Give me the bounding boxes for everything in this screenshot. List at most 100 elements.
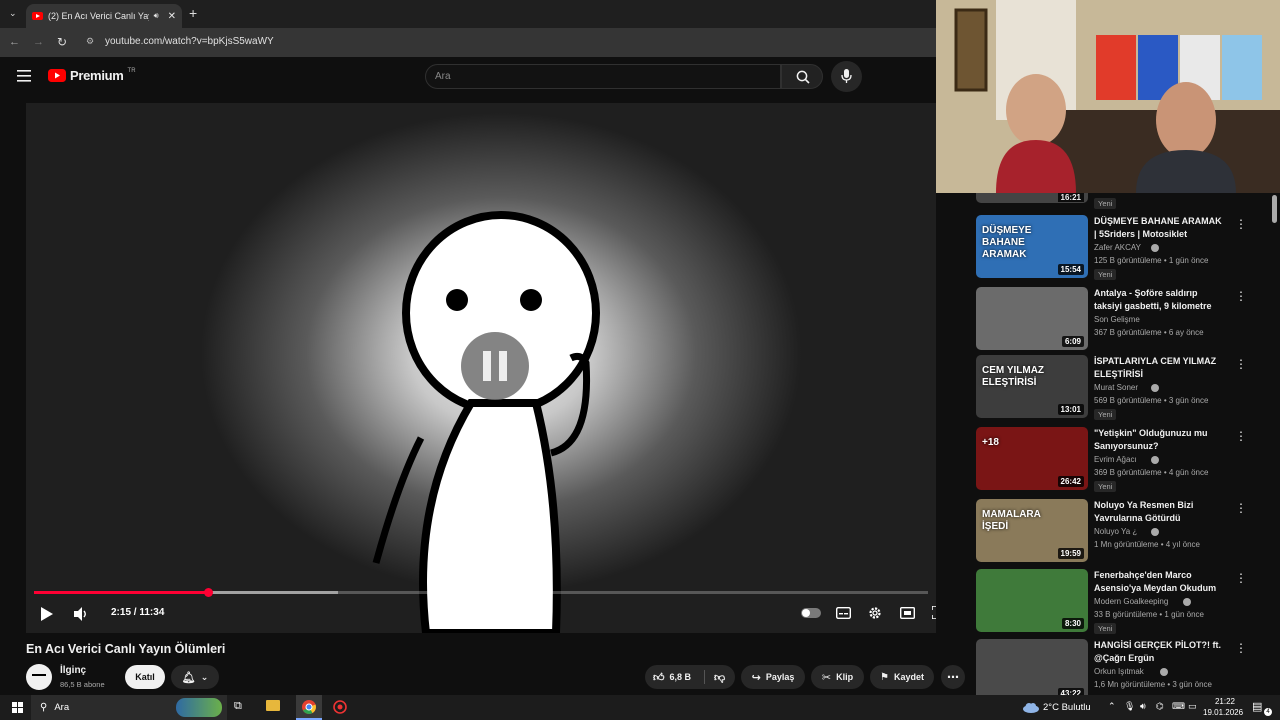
tab-title: (2) En Acı Verici Canlı Yayın <box>48 11 149 21</box>
view-stats: 125 B görüntüleme • 1 gün önce <box>1094 256 1209 265</box>
recommended-video[interactable]: 6:09 Antalya - Şoföre saldırıp taksiyi g… <box>976 287 1276 351</box>
chrome-taskbar-button[interactable] <box>296 695 322 720</box>
save-button[interactable]: ⚑︎ Kaydet <box>870 665 934 689</box>
partial-thumbnail[interactable]: 16:21 <box>976 193 1088 203</box>
video-thumbnail[interactable]: MAMALARA İŞEDİ 19:59 <box>976 499 1088 562</box>
recommended-video-title[interactable]: "Yetişkin" Olduğunuzu mu Sanıyorsunuz? <box>1094 427 1224 453</box>
pause-overlay-icon[interactable] <box>461 332 529 400</box>
recommended-video-title[interactable]: Noluyo Ya Resmen Bizi Yavrularına Götürd… <box>1094 499 1224 525</box>
task-view-icon[interactable]: ⧉ <box>234 700 242 713</box>
video-thumbnail[interactable]: 6:09 <box>976 287 1088 350</box>
scrollbar-thumb[interactable] <box>1272 195 1277 223</box>
forward-icon[interactable]: → <box>33 36 44 48</box>
more-actions-button[interactable]: ⋯ <box>941 665 965 689</box>
more-options-icon[interactable]: ⋮ <box>1235 357 1247 371</box>
recommended-channel-name[interactable]: Orkun Işıtmak <box>1094 667 1144 676</box>
view-stats: 1 Mn görüntüleme • 4 yıl önce <box>1094 540 1200 549</box>
like-count[interactable]: 6,8 B <box>670 672 692 682</box>
video-duration: 26:42 <box>1057 476 1084 487</box>
recommended-video-title[interactable]: Antalya - Şoföre saldırıp taksiyi gasbet… <box>1094 287 1224 313</box>
recommended-channel-name[interactable]: Son Gelişme <box>1094 315 1140 324</box>
recommended-video-title[interactable]: HANGİSİ GERÇEK PİLOT?! ft. @Çağrı Ergün <box>1094 639 1224 665</box>
channel-name[interactable]: İlginç <box>60 665 86 676</box>
browser-toolbar: ← → ↻ ⚙︎ youtube.com/watch?v=bpKjsS5waWY <box>0 28 936 57</box>
clip-button[interactable]: ✂︎ Klip <box>811 665 864 689</box>
microphone-tray-icon[interactable]: 🎙︎ <box>1124 701 1135 712</box>
fullscreen-icon[interactable] <box>932 606 936 619</box>
recommended-video[interactable]: 8:30 Fenerbahçe'den Marco Asensio'ya Mey… <box>976 569 1276 634</box>
more-options-icon[interactable]: ⋮ <box>1235 571 1247 585</box>
like-icon[interactable]: 👍︎ <box>653 671 665 684</box>
weather-text[interactable]: 2°C Bulutlu <box>1043 702 1091 713</box>
more-options-icon[interactable]: ⋮ <box>1235 429 1247 443</box>
video-player[interactable]: 2:15 / 11:34 <box>26 103 936 633</box>
video-thumbnail[interactable]: 43:22 <box>976 639 1088 702</box>
recommended-channel-name[interactable]: Noluyo Ya ¿ <box>1094 527 1137 536</box>
recommended-video-title[interactable]: Fenerbahçe'den Marco Asensio'ya Meydan O… <box>1094 569 1224 595</box>
video-thumbnail[interactable]: CEM YILMAZ ELEŞTİRİSİ 13:01 <box>976 355 1088 418</box>
volume-icon[interactable] <box>74 607 88 621</box>
autoplay-toggle[interactable] <box>801 608 821 618</box>
battery-tray-icon[interactable]: ▭ <box>1188 701 1197 712</box>
more-options-icon[interactable]: ⋮ <box>1235 501 1247 515</box>
dislike-icon[interactable]: 👎︎ <box>714 671 725 684</box>
file-explorer-icon[interactable] <box>266 700 280 711</box>
voice-search-button[interactable] <box>831 61 862 92</box>
youtube-logo[interactable]: Premium TR <box>48 68 136 83</box>
recommended-video[interactable]: MAMALARA İŞEDİ 19:59 Noluyo Ya Resmen Bi… <box>976 499 1276 563</box>
recommended-channel-name[interactable]: Evrim Ağacı <box>1094 455 1137 464</box>
notifications-icon[interactable]: ▤ <box>1252 700 1262 713</box>
more-options-icon[interactable]: ⋮ <box>1235 641 1247 655</box>
recommended-video-title[interactable]: DÜŞMEYE BAHANE ARAMAK | 5Sriders | Motos… <box>1094 215 1224 241</box>
hamburger-menu-icon[interactable] <box>17 70 31 82</box>
search-button[interactable] <box>781 64 823 89</box>
show-hidden-icons-chevron-icon[interactable]: ⌃ <box>1108 701 1116 712</box>
site-info-icon[interactable]: ⚙︎ <box>86 36 94 47</box>
windows-start-icon[interactable] <box>12 702 23 713</box>
video-thumbnail[interactable]: 8:30 <box>976 569 1088 632</box>
bell-icon: 🔔︎ <box>181 671 196 684</box>
clock-date[interactable]: 19.01.2026 <box>1203 708 1243 717</box>
notification-count: 4 <box>1264 708 1272 716</box>
video-thumbnail[interactable]: +18 26:42 <box>976 427 1088 490</box>
more-options-icon[interactable]: ⋮ <box>1235 289 1247 303</box>
share-button[interactable]: ↪ Paylaş <box>741 665 805 689</box>
search-input[interactable]: Ara <box>425 64 781 89</box>
play-icon[interactable] <box>41 607 53 621</box>
audio-playing-icon[interactable]: 🔊︎ <box>154 11 159 21</box>
network-tray-icon[interactable]: ⌬ <box>1156 701 1164 712</box>
taskbar-search-box[interactable]: ⚲ Ara <box>31 695 227 720</box>
clock-time[interactable]: 21:22 <box>1206 697 1244 706</box>
more-options-icon[interactable]: ⋮ <box>1235 217 1247 231</box>
recommended-channel-name[interactable]: Zafer AKCAY <box>1094 243 1141 252</box>
tab-search-icon[interactable]: ⌄ <box>9 8 17 19</box>
tab-close-icon[interactable]: ✕ <box>168 11 176 22</box>
scrollbar[interactable] <box>1269 193 1280 695</box>
subtitles-icon[interactable] <box>836 607 851 619</box>
weather-cloud-icon <box>1023 703 1039 713</box>
recommended-video[interactable]: +18 26:42 "Yetişkin" Olduğunuzu mu Sanıy… <box>976 427 1276 492</box>
settings-gear-icon[interactable] <box>868 606 882 620</box>
recommended-video-title[interactable]: İSPATLARIYLA CEM YILMAZ ELEŞTİRİSİ <box>1094 355 1224 381</box>
speaker-tray-icon[interactable]: 🔊︎ <box>1140 701 1146 712</box>
video-duration: 19:59 <box>1057 548 1084 559</box>
recommended-video[interactable]: 43:22 HANGİSİ GERÇEK PİLOT?! ft. @Çağrı … <box>976 639 1276 703</box>
recording-app-icon[interactable] <box>333 700 347 714</box>
join-button[interactable]: Katıl <box>125 665 165 689</box>
progress-bar[interactable] <box>34 588 928 597</box>
reload-icon[interactable]: ↻ <box>57 35 67 49</box>
recommended-channel-name[interactable]: Murat Soner <box>1094 383 1138 392</box>
back-icon[interactable]: ← <box>9 36 20 48</box>
theater-mode-icon[interactable] <box>900 607 915 619</box>
recommended-channel-name[interactable]: Modern Goalkeeping <box>1094 597 1168 606</box>
new-tab-button[interactable]: + <box>189 5 197 21</box>
recommended-video[interactable]: DÜŞMEYE BAHANE ARAMAK 15:54 DÜŞMEYE BAHA… <box>976 215 1276 280</box>
channel-avatar[interactable] <box>26 664 52 690</box>
thumbnail-caption: CEM YILMAZ ELEŞTİRİSİ <box>982 365 1045 388</box>
subscribed-bell-button[interactable]: 🔔︎ ⌄ <box>171 665 219 689</box>
browser-tab[interactable]: (2) En Acı Verici Canlı Yayın 🔊︎ ✕ <box>26 4 182 28</box>
recommended-video[interactable]: CEM YILMAZ ELEŞTİRİSİ 13:01 İSPATLARIYLA… <box>976 355 1276 420</box>
address-input[interactable]: youtube.com/watch?v=bpKjsS5waWY <box>105 36 274 47</box>
video-thumbnail[interactable]: DÜŞMEYE BAHANE ARAMAK 15:54 <box>976 215 1088 278</box>
language-tray-icon[interactable]: ⌨︎ <box>1172 701 1185 712</box>
